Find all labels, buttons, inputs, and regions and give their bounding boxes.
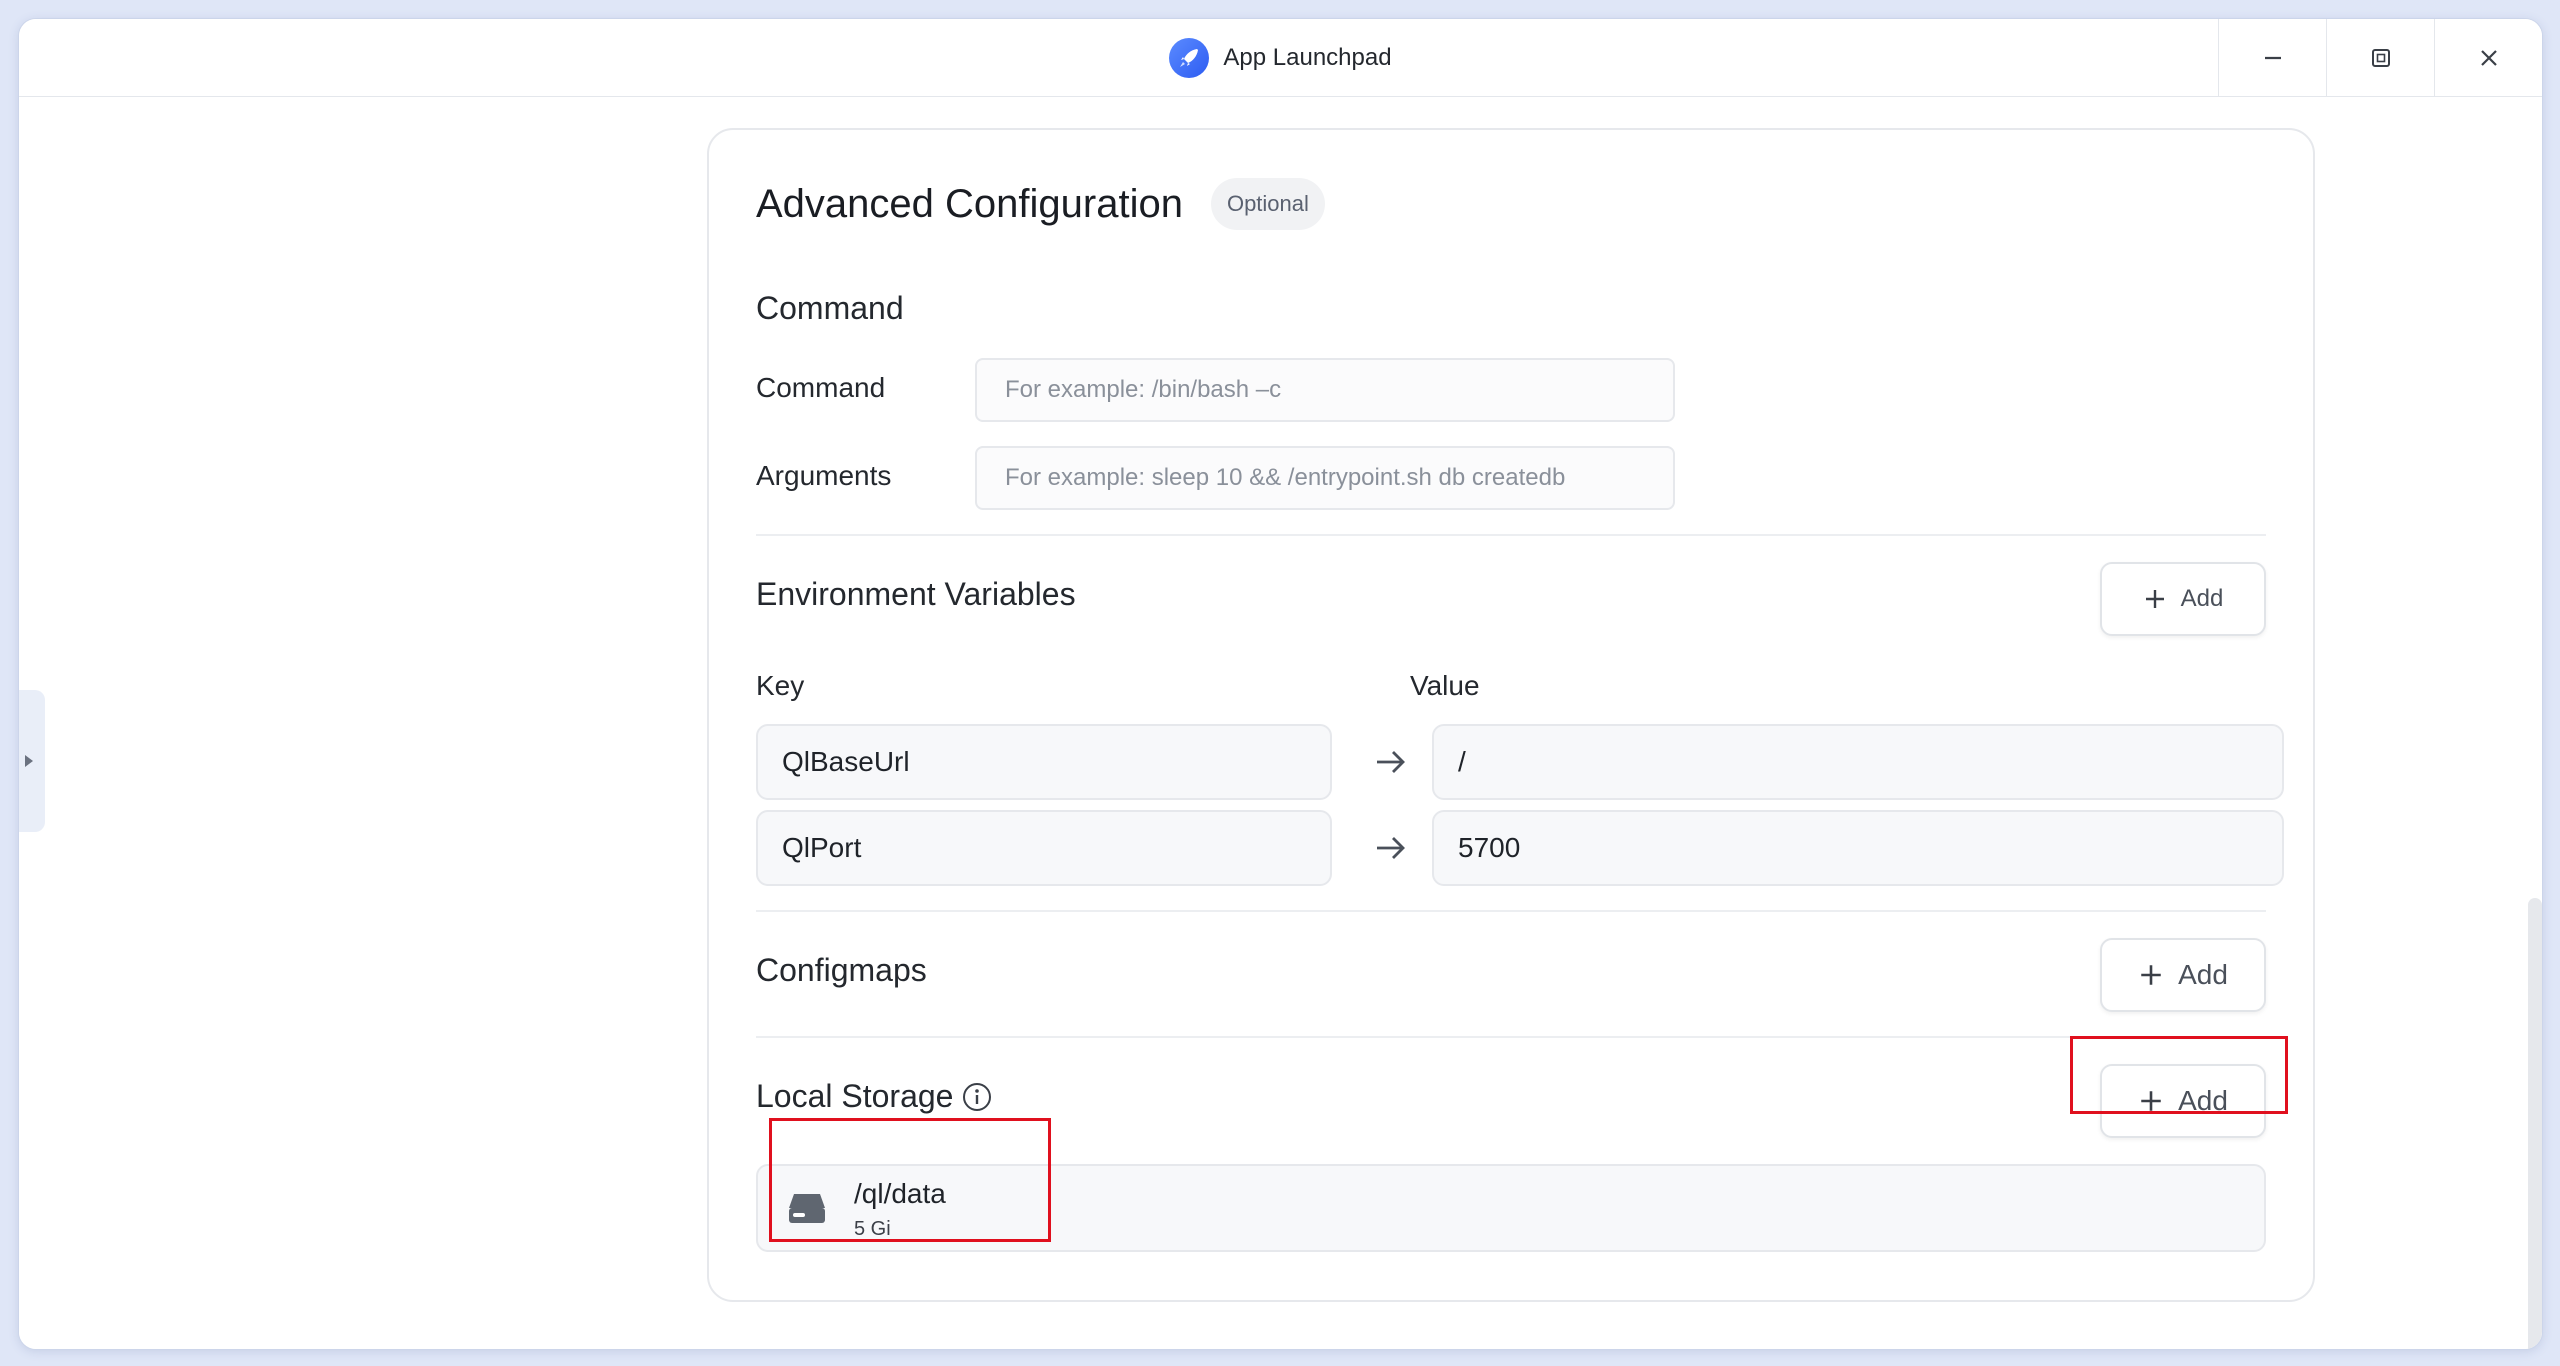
rocket-icon (1169, 38, 1210, 78)
env-value-field[interactable]: / (1432, 724, 2284, 800)
add-env-button[interactable]: Add (2100, 562, 2266, 636)
card-header: Advanced Configuration Optional (756, 178, 1325, 230)
divider (756, 1036, 2266, 1038)
maximize-button[interactable] (2326, 19, 2434, 97)
optional-badge: Optional (1210, 178, 1325, 230)
key-column-label: Key (756, 670, 805, 701)
close-button[interactable] (2434, 19, 2542, 97)
command-input[interactable]: For example: /bin/bash –c (975, 358, 1675, 422)
plus-icon (2145, 590, 2164, 608)
main-content: Advanced Configuration Optional Command … (19, 98, 2542, 1349)
command-label: Command (756, 372, 886, 403)
window-title: App Launchpad (1223, 44, 1392, 71)
arrow-right-icon (1377, 837, 1405, 859)
value-column-label: Value (1410, 670, 1480, 701)
info-icon[interactable] (961, 1081, 993, 1113)
minimize-icon (2264, 56, 2281, 60)
add-configmap-button[interactable]: Add (2100, 938, 2266, 1012)
title-area: App Launchpad (19, 19, 2542, 97)
restore-icon (2371, 49, 2390, 67)
divider (756, 534, 2266, 536)
divider (756, 910, 2266, 912)
arguments-input[interactable]: For example: sleep 10 && /entrypoint.sh … (975, 446, 1675, 510)
arguments-label: Arguments (756, 460, 892, 491)
title-bar: App Launchpad (19, 19, 2542, 97)
plus-icon (2141, 965, 2161, 985)
sidebar-toggle[interactable] (19, 690, 45, 832)
local-storage-heading: Local Storage (756, 1078, 954, 1114)
command-heading: Command (756, 290, 904, 326)
highlight-box-add-storage (2070, 1036, 2288, 1114)
env-key-field[interactable]: QlPort (756, 810, 1332, 886)
configmaps-heading: Configmaps (756, 952, 927, 988)
env-key-field[interactable]: QlBaseUrl (756, 724, 1332, 800)
add-env-label: Add (2180, 585, 2224, 612)
caret-right-icon (25, 755, 33, 767)
env-heading: Environment Variables (756, 576, 1076, 612)
add-configmap-label: Add (2178, 959, 2228, 990)
app-window: App Launchpad Advanced Configuration Opt… (18, 18, 2543, 1350)
local-storage-heading-row: Local Storage (756, 1078, 993, 1115)
scrollbar-thumb[interactable] (2528, 898, 2542, 1349)
highlight-box-storage-item (769, 1118, 1051, 1242)
card-title: Advanced Configuration (756, 181, 1183, 226)
close-icon (2480, 50, 2497, 66)
arrow-right-icon (1377, 751, 1405, 773)
window-controls (2218, 19, 2542, 97)
env-value-field[interactable]: 5700 (1432, 810, 2284, 886)
minimize-button[interactable] (2218, 19, 2326, 97)
